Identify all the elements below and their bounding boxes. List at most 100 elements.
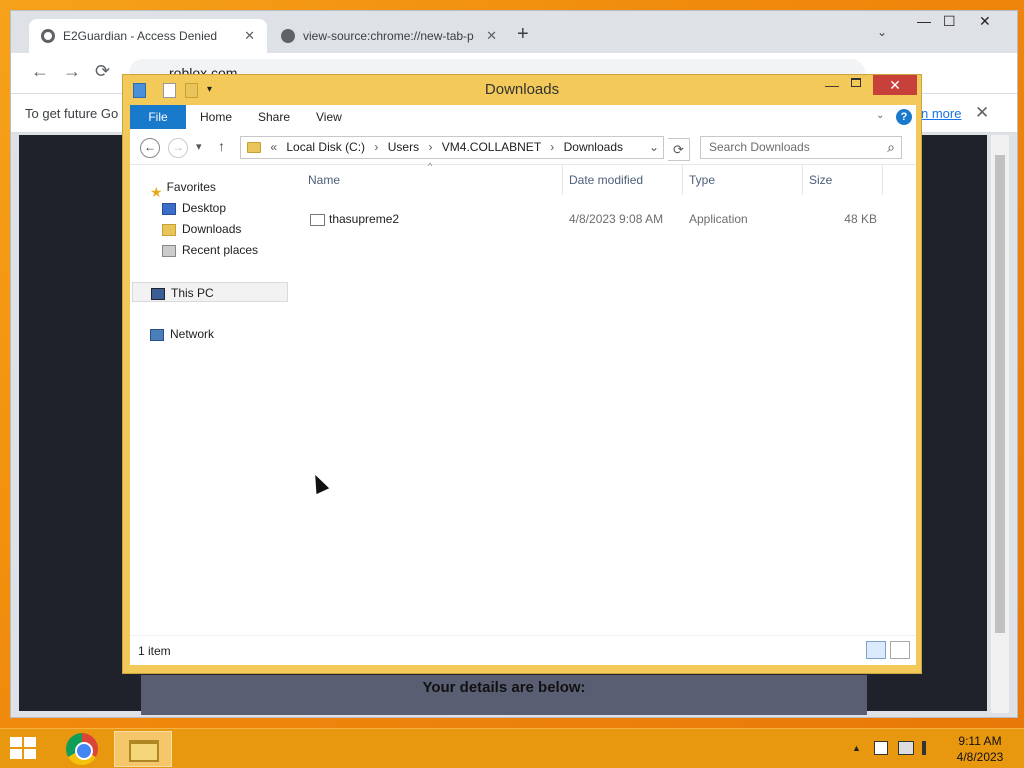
breadcrumb-separator[interactable]: › — [550, 140, 554, 154]
up-arrow-icon[interactable]: ↑ — [218, 138, 225, 154]
back-button[interactable]: ← — [140, 138, 160, 158]
ribbon: File Home Share View ⌄ ? — [130, 105, 916, 129]
tab-close-icon[interactable]: ✕ — [486, 28, 497, 44]
close-button[interactable]: ✕ — [979, 13, 991, 30]
breadcrumb-local-disk[interactable]: Local Disk (C:) — [286, 140, 365, 154]
breadcrumb-downloads[interactable]: Downloads — [564, 140, 623, 154]
navigation-pane: ★ Favorites Desktop Downloads Recent plac… — [130, 165, 290, 635]
breadcrumb-vm4[interactable]: VM4.COLLABNET — [442, 140, 541, 154]
breadcrumb-separator[interactable]: › — [374, 140, 378, 154]
learn-more-link[interactable]: n more — [921, 106, 961, 121]
overflow-chevron[interactable]: « — [270, 140, 277, 154]
details-panel: Your details are below: — [141, 675, 867, 715]
windows-logo-pane — [10, 737, 22, 747]
item-count: 1 item — [138, 644, 171, 658]
speaker-muted-icon[interactable] — [922, 741, 936, 755]
column-type[interactable]: Type — [689, 173, 715, 187]
details-heading: Your details are below: — [422, 679, 586, 696]
file-size: 48 KB — [844, 212, 877, 226]
nav-this-pc[interactable]: This PC — [132, 282, 288, 302]
close-button[interactable]: ✕ — [873, 75, 917, 95]
back-arrow-icon[interactable]: ← — [31, 61, 49, 82]
column-name[interactable]: Name — [308, 173, 340, 187]
column-size[interactable]: Size — [809, 173, 832, 187]
folder-icon — [247, 142, 261, 154]
tab-file[interactable]: File — [130, 105, 186, 129]
nav-recent-places[interactable]: Recent places — [162, 240, 258, 260]
application-icon — [310, 214, 325, 226]
network-status-icon[interactable] — [898, 741, 914, 755]
maximize-button[interactable] — [851, 78, 861, 87]
windows-logo-pane — [24, 749, 36, 759]
nav-desktop[interactable]: Desktop — [162, 198, 226, 218]
tab-title: view-source:chrome://new-tab-p — [303, 29, 474, 43]
search-icon[interactable]: ⌕ — [887, 137, 895, 158]
downloads-folder-icon — [162, 223, 176, 236]
minimize-button[interactable]: — — [825, 77, 839, 93]
minimize-button[interactable]: — — [917, 13, 931, 29]
recent-places-icon — [162, 244, 176, 257]
taskbar-explorer-button[interactable] — [114, 731, 172, 767]
tab-close-icon[interactable]: ✕ — [244, 28, 255, 44]
reload-icon[interactable]: ⟳ — [95, 61, 110, 82]
tab-view-source[interactable]: view-source:chrome://new-tab-p ✕ — [269, 19, 509, 53]
file-list: Name ^ Date modified Type Size thasuprem… — [298, 161, 910, 635]
explorer-body: ← → ▾ ↑ « Local Disk (C:) › Users › VM4.… — [130, 129, 916, 665]
nav-label: Downloads — [182, 222, 242, 236]
help-icon[interactable]: ? — [896, 109, 912, 125]
tab-search-chevron-icon[interactable]: ⌄ — [877, 25, 887, 39]
globe-icon — [41, 29, 55, 43]
tab-home[interactable]: Home — [200, 105, 232, 129]
nav-label: Desktop — [182, 201, 227, 215]
windows-logo-pane — [10, 749, 22, 759]
tab-e2guardian[interactable]: E2Guardian - Access Denied ✕ — [29, 19, 267, 53]
action-center-flag-icon[interactable] — [874, 741, 888, 755]
new-tab-button[interactable]: + — [517, 23, 529, 46]
address-row: ← → ▾ ↑ « Local Disk (C:) › Users › VM4.… — [130, 129, 916, 165]
page-scrollbar[interactable] — [991, 135, 1009, 713]
taskbar-chrome-button[interactable] — [52, 731, 110, 767]
column-date[interactable]: Date modified — [569, 173, 643, 187]
windows-logo-pane — [24, 737, 36, 747]
forward-arrow-icon[interactable]: → — [63, 61, 81, 82]
tab-share[interactable]: Share — [258, 105, 290, 129]
file-date: 4/8/2023 9:08 AM — [569, 212, 664, 226]
nav-downloads[interactable]: Downloads — [162, 219, 241, 239]
network-icon — [150, 328, 164, 341]
info-bar-close-icon[interactable]: ✕ — [975, 103, 989, 123]
expand-ribbon-chevron-icon[interactable]: ⌄ — [876, 110, 884, 121]
tab-view[interactable]: View — [316, 105, 342, 129]
start-button[interactable] — [10, 737, 38, 761]
star-icon: ★ — [150, 183, 163, 200]
recent-locations-icon[interactable]: ▾ — [196, 140, 202, 153]
column-divider[interactable] — [882, 165, 883, 195]
column-divider[interactable] — [682, 165, 683, 195]
address-box[interactable]: « Local Disk (C:) › Users › VM4.COLLABNE… — [240, 136, 664, 159]
large-icons-view-button[interactable] — [890, 641, 910, 659]
clock-time[interactable]: 9:11 AM — [950, 734, 1010, 748]
column-divider[interactable] — [562, 165, 563, 195]
address-dropdown-icon[interactable]: ⌄ — [649, 137, 659, 158]
details-view-button[interactable] — [866, 641, 886, 659]
chrome-logo-icon — [66, 733, 98, 765]
nav-network[interactable]: Network — [150, 324, 214, 344]
column-divider[interactable] — [802, 165, 803, 195]
info-bar-text: To get future Go — [25, 106, 119, 121]
tab-title: E2Guardian - Access Denied — [63, 29, 218, 43]
desktop-icon — [162, 202, 176, 215]
breadcrumb-separator[interactable]: › — [428, 140, 432, 154]
maximize-button[interactable]: ☐ — [943, 13, 956, 30]
breadcrumb-users[interactable]: Users — [388, 140, 419, 154]
status-bar: 1 item — [130, 635, 916, 665]
taskbar: ▲ 9:11 AM 4/8/2023 — [0, 728, 1024, 768]
nav-label: Recent places — [182, 243, 259, 257]
nav-favorites[interactable]: ★ Favorites — [150, 177, 216, 200]
nav-label: Network — [170, 327, 215, 341]
sort-arrow-icon: ^ — [428, 161, 433, 171]
show-hidden-icons-icon[interactable]: ▲ — [852, 743, 861, 753]
forward-button[interactable]: → — [168, 138, 188, 158]
refresh-icon[interactable]: ⟳ — [668, 138, 690, 161]
clock-date[interactable]: 4/8/2023 — [950, 750, 1010, 764]
scroll-thumb[interactable] — [995, 155, 1005, 633]
search-input[interactable]: Search Downloads ⌕ — [700, 136, 902, 159]
